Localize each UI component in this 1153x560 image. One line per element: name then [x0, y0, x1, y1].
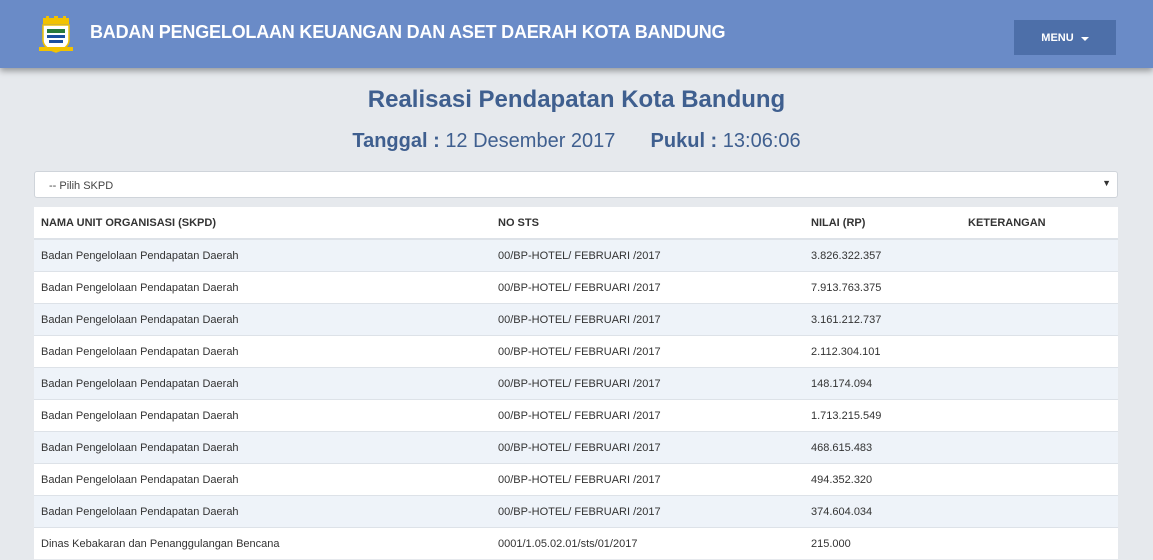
- site-title[interactable]: BADAN PENGELOLAAN KEUANGAN DAN ASET DAER…: [90, 22, 726, 43]
- cell-no-sts: 00/BP-HOTEL/ FEBRUARI /2017: [491, 495, 804, 528]
- bandung-city-emblem-icon[interactable]: [37, 16, 75, 54]
- cell-nilai: 1.713.215.549: [804, 399, 961, 432]
- caret-down-icon: [1080, 36, 1089, 41]
- cell-keterangan: [961, 399, 1118, 432]
- menu-button[interactable]: MENU: [1014, 20, 1116, 55]
- cell-no-sts: 00/BP-HOTEL/ FEBRUARI /2017: [491, 303, 804, 336]
- cell-nilai: 7.913.763.375: [804, 271, 961, 304]
- column-header-keterangan[interactable]: KETERANGAN: [961, 207, 1118, 240]
- date-label: Tanggal :: [352, 130, 440, 152]
- page-title: Realisasi Pendapatan Kota Bandung: [367, 86, 786, 113]
- table-row[interactable]: Badan Pengelolaan Pendapatan Daerah 00/BP…: [34, 303, 1118, 336]
- table-row[interactable]: Badan Pengelolaan Pendapatan Daerah 00/BP…: [34, 431, 1118, 464]
- column-header-nilai[interactable]: NILAI (RP): [804, 207, 961, 240]
- cell-skpd: Badan Pengelolaan Pendapatan Daerah: [34, 399, 491, 432]
- cell-nilai: 215.000: [804, 527, 961, 559]
- menu-label: MENU: [1041, 31, 1074, 44]
- table-header-row: NAMA UNIT ORGANISASI (SKPD) NO STS NILAI…: [34, 207, 1118, 240]
- table-row[interactable]: Badan Pengelolaan Pendapatan Daerah 00/BP…: [34, 271, 1118, 304]
- cell-nilai: 374.604.034: [804, 495, 961, 528]
- cell-skpd: Badan Pengelolaan Pendapatan Daerah: [34, 335, 491, 368]
- table-row[interactable]: Badan Pengelolaan Pendapatan Daerah 00/BP…: [34, 495, 1118, 528]
- top-navbar: BADAN PENGELOLAAN KEUANGAN DAN ASET DAER…: [0, 0, 1153, 68]
- cell-keterangan: [961, 431, 1118, 464]
- cell-keterangan: [961, 238, 1118, 272]
- time-value: 13:06:06: [722, 130, 801, 152]
- revenue-table: NAMA UNIT ORGANISASI (SKPD) NO STS NILAI…: [34, 207, 1118, 559]
- cell-keterangan: [961, 271, 1118, 304]
- table-row[interactable]: Dinas Kebakaran dan Penanggulangan Benca…: [34, 527, 1118, 559]
- table-row[interactable]: Badan Pengelolaan Pendapatan Daerah 00/BP…: [34, 238, 1118, 272]
- column-header-skpd[interactable]: NAMA UNIT ORGANISASI (SKPD): [34, 207, 491, 240]
- cell-no-sts: 00/BP-HOTEL/ FEBRUARI /2017: [491, 367, 804, 400]
- skpd-select[interactable]: -- Pilih SKPD ▼: [34, 171, 1118, 198]
- cell-skpd: Badan Pengelolaan Pendapatan Daerah: [34, 495, 491, 528]
- date-time-display: Tanggal : 12 Desember 2017 Pukul : 13:06…: [0, 130, 1153, 153]
- cell-keterangan: [961, 463, 1118, 496]
- cell-skpd: Badan Pengelolaan Pendapatan Daerah: [34, 463, 491, 496]
- skpd-select-value: -- Pilih SKPD: [49, 180, 114, 192]
- table-row[interactable]: Badan Pengelolaan Pendapatan Daerah 00/BP…: [34, 463, 1118, 496]
- cell-no-sts: 00/BP-HOTEL/ FEBRUARI /2017: [491, 238, 804, 272]
- triangle-down-icon: ▼: [1102, 178, 1111, 188]
- cell-keterangan: [961, 303, 1118, 336]
- column-header-no-sts[interactable]: NO STS: [491, 207, 804, 240]
- cell-keterangan: [961, 367, 1118, 400]
- cell-skpd: Dinas Kebakaran dan Penanggulangan Benca…: [34, 527, 491, 559]
- cell-no-sts: 00/BP-HOTEL/ FEBRUARI /2017: [491, 335, 804, 368]
- table-row[interactable]: Badan Pengelolaan Pendapatan Daerah 00/BP…: [34, 335, 1118, 368]
- cell-no-sts: 0001/1.05.02.01/sts/01/2017: [491, 527, 804, 559]
- cell-nilai: 3.826.322.357: [804, 238, 961, 272]
- cell-no-sts: 00/BP-HOTEL/ FEBRUARI /2017: [491, 399, 804, 432]
- date-value: 12 Desember 2017: [445, 130, 616, 152]
- cell-nilai: 468.615.483: [804, 431, 961, 464]
- cell-nilai: 494.352.320: [804, 463, 961, 496]
- cell-skpd: Badan Pengelolaan Pendapatan Daerah: [34, 367, 491, 400]
- cell-no-sts: 00/BP-HOTEL/ FEBRUARI /2017: [491, 463, 804, 496]
- cell-no-sts: 00/BP-HOTEL/ FEBRUARI /2017: [491, 271, 804, 304]
- cell-keterangan: [961, 527, 1118, 559]
- cell-nilai: 2.112.304.101: [804, 335, 961, 368]
- cell-skpd: Badan Pengelolaan Pendapatan Daerah: [34, 271, 491, 304]
- cell-skpd: Badan Pengelolaan Pendapatan Daerah: [34, 238, 491, 272]
- table-row[interactable]: Badan Pengelolaan Pendapatan Daerah 00/BP…: [34, 399, 1118, 432]
- time-label: Pukul :: [650, 130, 718, 152]
- cell-nilai: 3.161.212.737: [804, 303, 961, 336]
- cell-no-sts: 00/BP-HOTEL/ FEBRUARI /2017: [491, 431, 804, 464]
- table-row[interactable]: Badan Pengelolaan Pendapatan Daerah 00/BP…: [34, 367, 1118, 400]
- cell-skpd: Badan Pengelolaan Pendapatan Daerah: [34, 303, 491, 336]
- cell-keterangan: [961, 335, 1118, 368]
- cell-skpd: Badan Pengelolaan Pendapatan Daerah: [34, 431, 491, 464]
- cell-nilai: 148.174.094: [804, 367, 961, 400]
- cell-keterangan: [961, 495, 1118, 528]
